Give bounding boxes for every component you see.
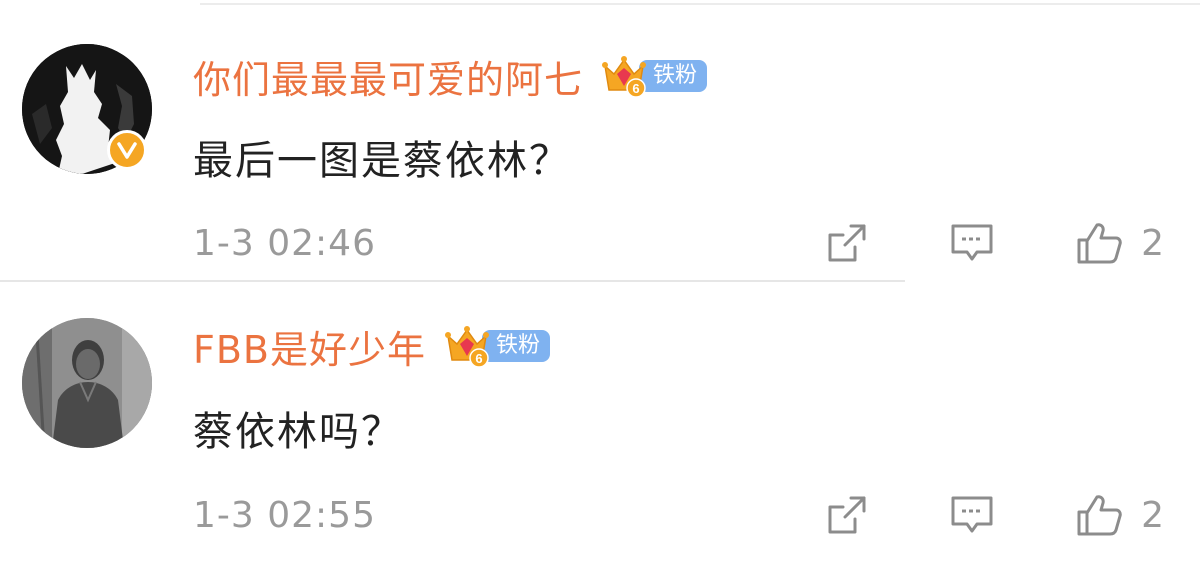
meta-row: 1-3 02:46 2 xyxy=(193,218,1164,268)
like-count: 2 xyxy=(1141,222,1164,264)
username[interactable]: 你们最最最可爱的阿七 xyxy=(193,49,583,104)
comment-actions: 2 xyxy=(825,492,1164,538)
share-button[interactable] xyxy=(825,221,869,265)
avatar-photo-icon xyxy=(22,318,152,448)
username[interactable]: FBB是好少年 xyxy=(193,319,426,374)
fan-level-number: 6 xyxy=(475,351,482,366)
comment-text: 最后一图是蔡依林？ xyxy=(193,138,571,184)
fan-badge-label: 铁粉 xyxy=(482,330,551,362)
fan-badge[interactable]: 6 铁粉 xyxy=(599,52,708,100)
fan-level-number: 6 xyxy=(632,81,639,96)
fan-badge[interactable]: 6 铁粉 xyxy=(442,322,551,370)
fan-badge-label: 铁粉 xyxy=(639,60,708,92)
timestamp: 1-3 02:55 xyxy=(193,494,376,536)
like-button[interactable]: 2 xyxy=(1075,492,1164,538)
comment-list: 你们最最最可爱的阿七 6 铁粉 最后一图是蔡依林？ 1-3 02:46 2 FB… xyxy=(0,0,1200,575)
verified-badge-icon xyxy=(107,130,147,170)
crown-icon: 6 xyxy=(445,326,489,368)
thumbs-up-icon xyxy=(1077,223,1122,264)
comment-icon xyxy=(951,224,993,261)
reply-button[interactable] xyxy=(949,221,995,265)
reply-button[interactable] xyxy=(949,493,995,537)
comment-actions: 2 xyxy=(825,220,1164,266)
share-button[interactable] xyxy=(825,493,869,537)
comment-divider xyxy=(0,280,905,282)
like-button[interactable]: 2 xyxy=(1075,220,1164,266)
timestamp: 1-3 02:46 xyxy=(193,222,376,264)
comment-item: 你们最最最可爱的阿七 6 铁粉 最后一图是蔡依林？ 1-3 02:46 2 xyxy=(0,0,1200,282)
user-row: 你们最最最可爱的阿七 6 铁粉 xyxy=(193,48,708,104)
comment-text: 蔡依林吗？ xyxy=(193,409,403,455)
comment-icon xyxy=(951,496,993,533)
user-row: FBB是好少年 6 铁粉 xyxy=(193,318,551,374)
avatar[interactable] xyxy=(22,318,152,448)
like-count: 2 xyxy=(1141,494,1164,536)
thumbs-up-icon xyxy=(1077,495,1122,536)
share-icon xyxy=(828,224,866,262)
comment-item: FBB是好少年 6 铁粉 蔡依林吗？ 1-3 02:55 2 xyxy=(0,284,1200,575)
share-icon xyxy=(828,496,866,534)
crown-icon: 6 xyxy=(602,56,647,98)
meta-row: 1-3 02:55 2 xyxy=(193,490,1164,540)
